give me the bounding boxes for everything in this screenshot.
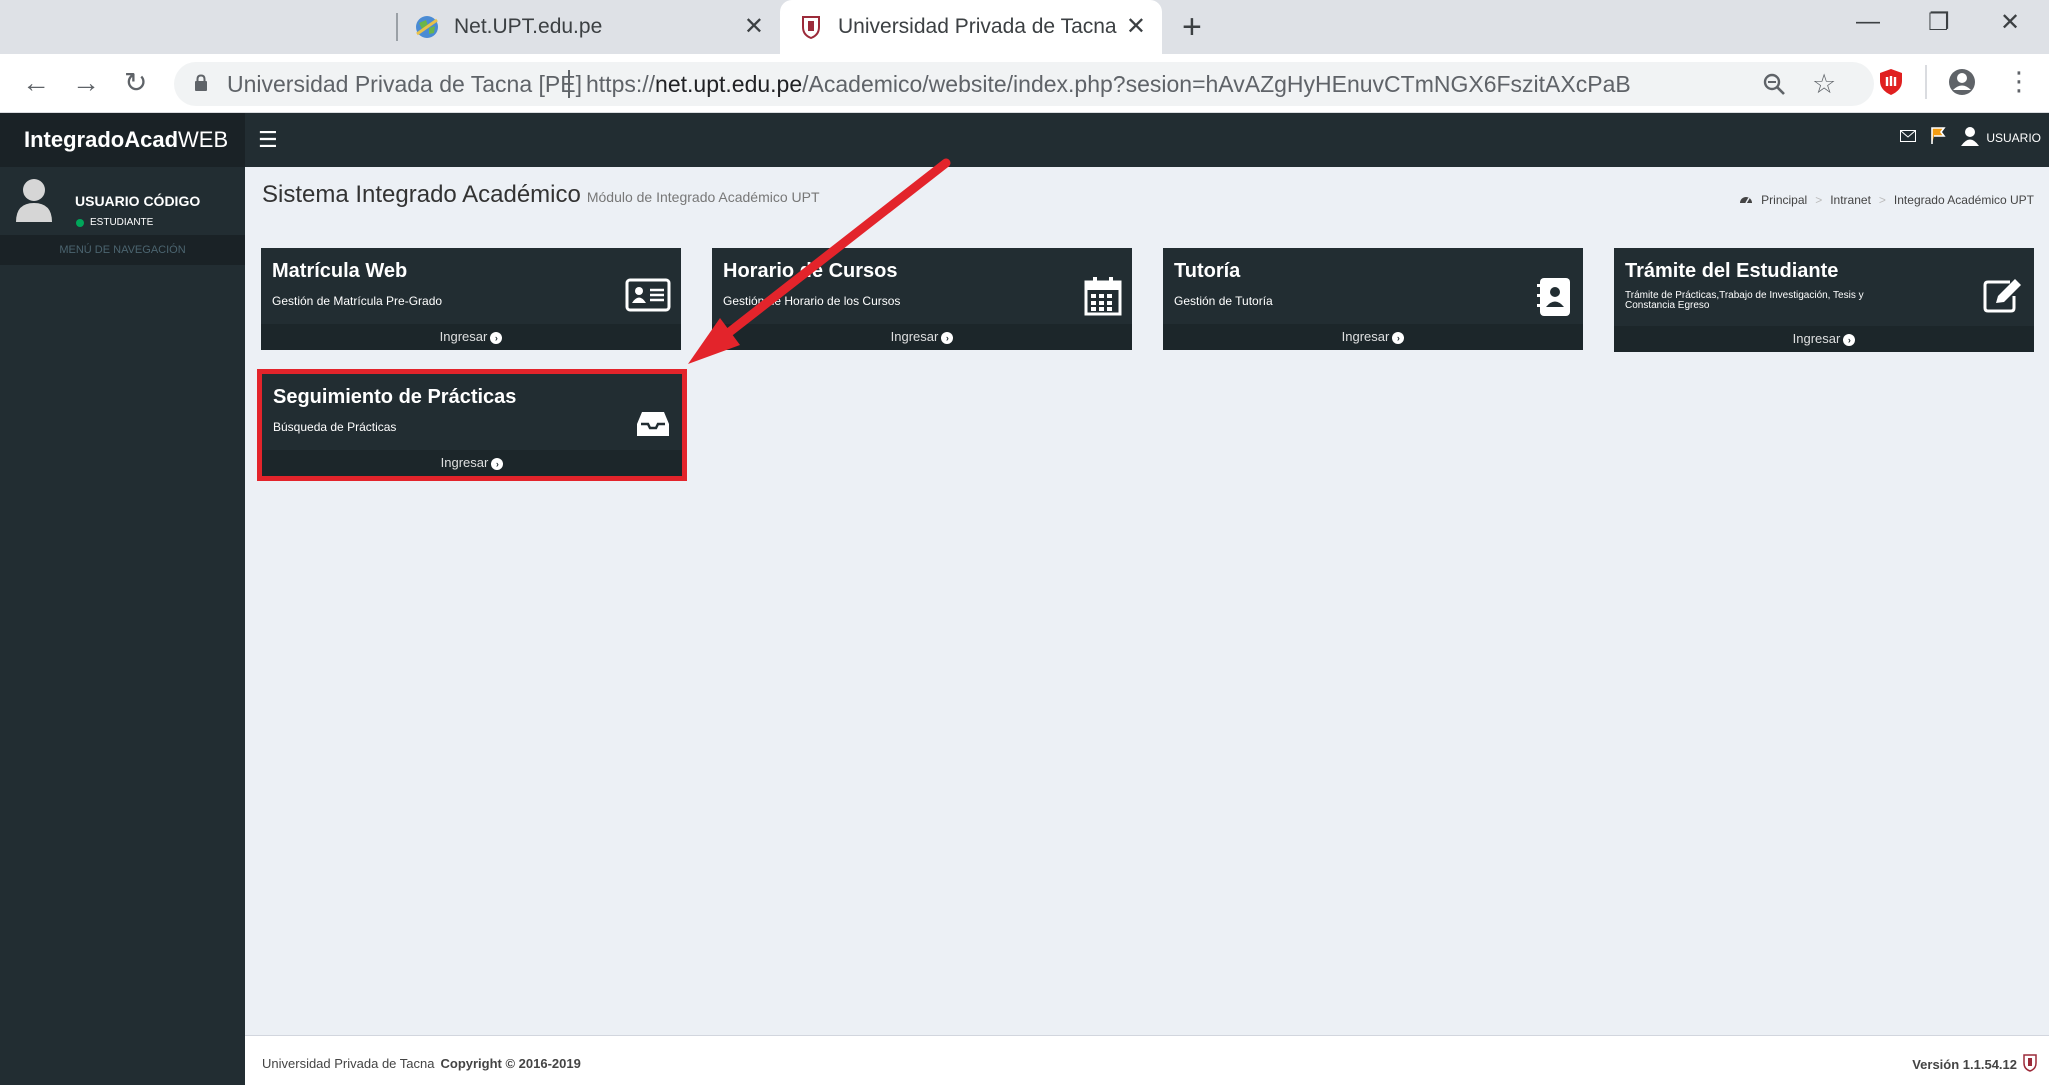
- toolbar-divider: [1925, 65, 1927, 99]
- highlight-frame: [257, 369, 687, 481]
- close-icon[interactable]: ✕: [744, 13, 764, 41]
- calendar-icon: [1084, 276, 1122, 321]
- shield-logo-icon: [2023, 1054, 2037, 1075]
- card-horario-cursos[interactable]: Horario de Cursos Gestión de Horario de …: [712, 248, 1132, 350]
- globe-icon: [414, 14, 440, 40]
- page-footer: Universidad Privada de Tacna Copyright © …: [245, 1035, 2049, 1085]
- card-link-label: Ingresar: [1341, 329, 1390, 344]
- close-icon[interactable]: ✕: [1126, 13, 1146, 41]
- sidebar: USUARIO CÓDIGO ESTUDIANTE MENÚ DE NAVEGA…: [0, 167, 245, 1085]
- card-subtitle: Trámite de Prácticas,Trabajo de Investig…: [1625, 290, 1864, 311]
- card-tutoria[interactable]: Tutoría Gestión de Tutoría Ingresar ›: [1163, 248, 1583, 350]
- card-subtitle: Gestión de Horario de los Cursos: [723, 294, 901, 308]
- arrow-circle-right-icon: ›: [1392, 331, 1405, 344]
- logo-bold: IntegradoAcad: [24, 127, 179, 152]
- site-identity: Universidad Privada de Tacna [PE]: [227, 71, 582, 97]
- tab-netupt[interactable]: Net.UPT.edu.pe ✕: [410, 0, 780, 54]
- browser-tab-bar: Net.UPT.edu.pe ✕ Universidad Privada de …: [0, 0, 2049, 54]
- reload-icon[interactable]: ↻: [124, 68, 147, 98]
- card-ingresar-link[interactable]: Ingresar ›: [1614, 326, 2034, 352]
- edit-icon: [1982, 276, 2024, 319]
- tab-separator: [396, 13, 398, 41]
- footer-left: Universidad Privada de Tacna Copyright © …: [262, 1056, 581, 1071]
- browser-toolbar: ← → ↻ Universidad Privada de Tacna [PE] …: [0, 54, 2049, 113]
- url-separator: [568, 70, 570, 98]
- app-header: IntegradoAcadWEB ☰ USUARIO: [0, 113, 2049, 167]
- lock-icon: [194, 74, 208, 92]
- breadcrumb-item-intranet[interactable]: Intranet: [1830, 193, 1871, 207]
- header-username: USUARIO: [1986, 130, 2041, 145]
- card-matricula-web[interactable]: Matrícula Web Gestión de Matrícula Pre-G…: [261, 248, 681, 350]
- extension-icon[interactable]: [1876, 67, 1906, 102]
- dashboard-icon: [1739, 192, 1753, 207]
- address-bar[interactable]: Universidad Privada de Tacna [PE] https:…: [174, 62, 1874, 106]
- url-scheme: https://: [586, 71, 656, 97]
- breadcrumb-separator: >: [1815, 192, 1823, 207]
- restore-icon[interactable]: ❐: [1928, 8, 1950, 37]
- zoom-icon[interactable]: [1762, 72, 1786, 103]
- minimize-icon[interactable]: —: [1856, 8, 1880, 36]
- footer-org: Universidad Privada de Tacna: [262, 1056, 435, 1071]
- card-ingresar-link[interactable]: Ingresar ›: [1163, 324, 1583, 350]
- sidebar-user-role: ESTUDIANTE: [76, 217, 153, 228]
- online-status-icon: [76, 218, 84, 227]
- back-icon[interactable]: ←: [22, 68, 50, 98]
- star-icon[interactable]: ☆: [1812, 69, 1836, 100]
- tab-upt[interactable]: Universidad Privada de Tacna ✕: [780, 0, 1162, 54]
- user-icon: [1960, 125, 1980, 150]
- app-logo[interactable]: IntegradoAcadWEB: [0, 113, 245, 167]
- page-title-text: Sistema Integrado Académico: [262, 181, 581, 208]
- arrow-circle-right-icon: ›: [941, 331, 954, 344]
- page-subtitle: Módulo de Integrado Académico UPT: [586, 189, 820, 205]
- card-ingresar-link[interactable]: Ingresar ›: [261, 324, 681, 350]
- account-icon[interactable]: [1947, 67, 1977, 102]
- contact-book-icon: [1537, 276, 1573, 323]
- url-host: net.upt.edu.pe: [655, 71, 803, 97]
- arrow-circle-right-icon: ›: [490, 331, 503, 344]
- user-role-label: ESTUDIANTE: [90, 217, 154, 228]
- card-title: Tutoría: [1174, 260, 1241, 282]
- tab-title: Universidad Privada de Tacna: [838, 15, 1117, 38]
- avatar: [14, 177, 54, 223]
- envelope-icon[interactable]: [1900, 130, 1917, 145]
- close-window-icon[interactable]: ✕: [2000, 8, 2020, 37]
- header-icons: USUARIO: [1900, 125, 2041, 150]
- menu-dots-icon[interactable]: ⋮: [2006, 66, 2032, 97]
- shield-icon: [798, 14, 824, 40]
- card-title: Trámite del Estudiante: [1625, 260, 1839, 282]
- logo-light: WEB: [178, 127, 229, 152]
- card-subtitle: Gestión de Matrícula Pre-Grado: [272, 294, 443, 308]
- card-title: Horario de Cursos: [723, 260, 898, 282]
- arrow-circle-right-icon: ›: [1843, 333, 1856, 346]
- notification-flag-icon[interactable]: [1930, 127, 1946, 148]
- breadcrumb-item-principal[interactable]: Principal: [1761, 193, 1807, 207]
- sidebar-user-name: USUARIO CÓDIGO: [75, 193, 201, 209]
- card-ingresar-link[interactable]: Ingresar ›: [712, 324, 1132, 350]
- hamburger-menu-icon[interactable]: ☰: [258, 127, 278, 153]
- breadcrumb: Principal > Intranet > Integrado Académi…: [1739, 192, 2034, 207]
- user-menu[interactable]: USUARIO: [1960, 125, 2041, 150]
- card-title: Matrícula Web: [272, 260, 408, 282]
- forward-icon[interactable]: →: [72, 68, 100, 98]
- url-text: https://net.upt.edu.pe/Academico/website…: [586, 71, 1631, 98]
- footer-version: Versión 1.1.54.12: [1912, 1057, 2017, 1072]
- breadcrumb-item-current: Integrado Académico UPT: [1893, 192, 2034, 207]
- sidebar-nav-header: MENÚ DE NAVEGACIÓN: [0, 235, 245, 265]
- breadcrumb-separator: >: [1878, 192, 1886, 207]
- card-link-label: Ingresar: [439, 329, 488, 344]
- new-tab-button[interactable]: +: [1182, 10, 1202, 44]
- id-card-icon: [625, 278, 671, 317]
- card-link-label: Ingresar: [1792, 331, 1841, 346]
- page-title: Sistema Integrado Académico Módulo de Int…: [262, 181, 820, 209]
- card-link-label: Ingresar: [890, 329, 939, 344]
- tab-title: Net.UPT.edu.pe: [454, 15, 603, 38]
- url-path: /Academico/website/index.php?sesion=hAvA…: [802, 71, 1631, 97]
- card-tramite-estudiante[interactable]: Trámite del Estudiante Trámite de Prácti…: [1614, 248, 2034, 352]
- footer-copyright: Copyright © 2016-2019: [440, 1056, 581, 1071]
- card-subtitle: Gestión de Tutoría: [1174, 294, 1273, 308]
- footer-right: Versión 1.1.54.12: [1912, 1054, 2037, 1075]
